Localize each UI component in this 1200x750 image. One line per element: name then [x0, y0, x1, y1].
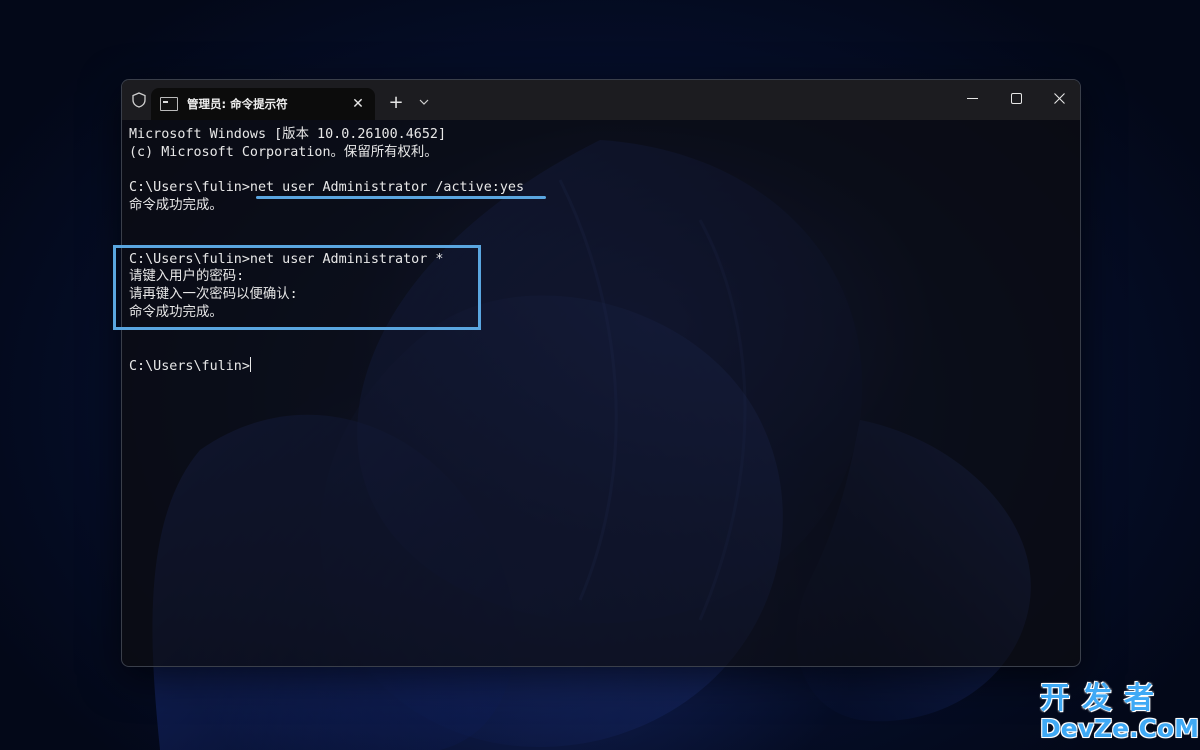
title-bar[interactable]: 管理员: 命令提示符 ✕ +: [122, 80, 1080, 120]
command-underline-annotation: [256, 196, 546, 199]
watermark-english: DevZe.CoM: [1040, 714, 1199, 743]
site-watermark: 开发者 DevZe.CoM: [1040, 681, 1199, 745]
highlight-box-annotation: [113, 245, 481, 330]
terminal-line: (c) Microsoft Corporation。保留所有权利。: [129, 144, 438, 160]
tab-close-button[interactable]: ✕: [345, 91, 371, 117]
maximize-icon: [1010, 92, 1022, 104]
watermark-chinese: 开发者: [1040, 681, 1166, 716]
terminal-prompt-line[interactable]: C:\Users\fulin>: [129, 357, 1080, 375]
close-button[interactable]: [1036, 80, 1080, 116]
text-cursor: [249, 357, 251, 373]
new-tab-button[interactable]: +: [382, 88, 410, 116]
minimize-icon: [966, 97, 978, 99]
terminal-output[interactable]: Microsoft Windows [版本 10.0.26100.4652] (…: [122, 120, 1080, 666]
terminal-line: Microsoft Windows [版本 10.0.26100.4652]: [129, 127, 447, 142]
chevron-down-icon: [419, 99, 429, 105]
tab-dropdown-button[interactable]: [412, 88, 436, 116]
shield-icon: [124, 80, 154, 120]
command-prompt-window: 管理员: 命令提示符 ✕ + Microsoft Windows [版本 10.…: [121, 79, 1081, 667]
tab-command-prompt[interactable]: 管理员: 命令提示符 ✕: [151, 88, 375, 120]
minimize-button[interactable]: [949, 80, 995, 116]
terminal-line: C:\Users\fulin>net user Administrator /a…: [129, 180, 525, 196]
command-prompt-icon: [160, 97, 178, 111]
close-icon: [1053, 92, 1065, 104]
tab-title: 管理员: 命令提示符: [187, 97, 288, 111]
terminal-prompt: C:\Users\fulin>: [129, 359, 250, 375]
terminal-line: 命令成功完成。: [129, 198, 223, 214]
maximize-button[interactable]: [993, 80, 1039, 116]
